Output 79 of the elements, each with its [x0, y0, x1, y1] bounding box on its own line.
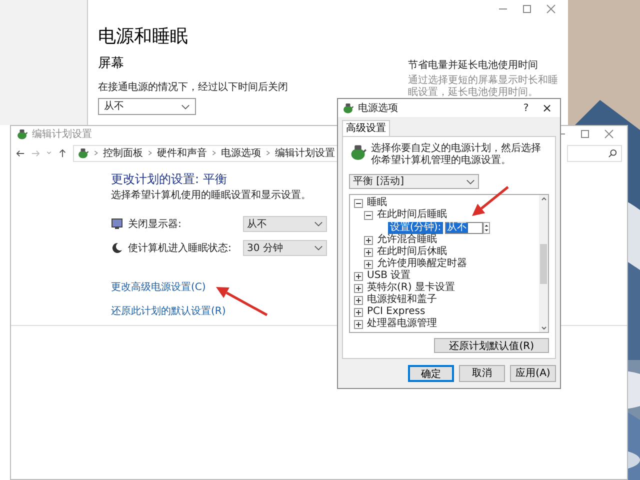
- power-plan-icon: [349, 143, 367, 161]
- setting-dropdown[interactable]: 30 分钟: [243, 240, 327, 256]
- close-icon[interactable]: [604, 129, 614, 139]
- expand-icon[interactable]: [354, 296, 363, 304]
- expand-icon[interactable]: [364, 260, 373, 268]
- breadcrumb-separator-icon: [266, 150, 270, 156]
- screen-timeout-dropdown[interactable]: 从不: [98, 98, 196, 115]
- breadcrumb-item[interactable]: 电源选项: [221, 146, 261, 160]
- tree-item[interactable]: USB 设置: [367, 270, 411, 282]
- power-plan-icon: [342, 102, 354, 114]
- close-button[interactable]: ×: [538, 99, 556, 117]
- maximize-icon[interactable]: [580, 129, 590, 139]
- back-icon[interactable]: [16, 148, 25, 158]
- tree-item[interactable]: 允许使用唤醒定时器: [377, 258, 467, 270]
- expand-icon[interactable]: [354, 320, 363, 328]
- plan-heading: 更改计划的设置: 平衡: [111, 172, 227, 187]
- page-title: 电源和睡眠: [98, 26, 189, 48]
- scrollbar-thumb[interactable]: [540, 244, 547, 284]
- breadcrumb-separator-icon: [148, 150, 152, 156]
- side-description: 通过选择更短的屏幕显示时长和睡眠设置，延长电池使用时间。: [408, 75, 559, 99]
- chevron-down-icon: [466, 178, 475, 184]
- tree-item[interactable]: 英特尔(R) 显卡设置: [367, 282, 455, 294]
- settings-link[interactable]: 还原此计划的默认设置(R): [111, 304, 226, 319]
- expand-icon[interactable]: [354, 308, 363, 316]
- moon-icon: [111, 242, 123, 254]
- expand-icon[interactable]: [354, 284, 363, 292]
- restore-defaults-button[interactable]: 还原计划默认值(R): [434, 338, 549, 353]
- annotation-arrow: [472, 186, 509, 216]
- scrollbar[interactable]: [539, 195, 548, 332]
- collapse-icon[interactable]: [354, 198, 363, 208]
- tree-item[interactable]: 电源按钮和盖子: [367, 294, 437, 306]
- plan-subtitle: 选择希望计算机使用的睡眠设置和显示设置。: [111, 190, 311, 202]
- side-title: 节省电量并延长电池使用时间: [408, 60, 539, 72]
- tree-item[interactable]: 睡眠: [367, 197, 387, 209]
- breadcrumb-item[interactable]: 硬件和声音: [157, 146, 207, 160]
- tree-item[interactable]: PCI Express: [367, 306, 426, 318]
- collapse-icon[interactable]: [364, 210, 373, 220]
- dialog-button[interactable]: 应用(A): [510, 365, 556, 382]
- setting-label: 设置(分钟):: [388, 222, 444, 234]
- setting-dropdown[interactable]: 从不: [243, 216, 327, 232]
- plan-dropdown[interactable]: 平衡 [活动]: [349, 174, 479, 189]
- monitor-icon: [111, 218, 123, 230]
- search-field[interactable]: [567, 144, 622, 162]
- setting-label: 关闭显示器:: [128, 218, 182, 232]
- close-icon[interactable]: [546, 4, 556, 14]
- breadcrumb-item[interactable]: 控制面板: [103, 146, 143, 160]
- window-title: 编辑计划设置: [32, 128, 92, 142]
- dialog-title: 电源选项: [358, 102, 399, 116]
- tree-item[interactable]: 允许混合睡眠: [377, 234, 437, 246]
- tree-item[interactable]: 在此时间后睡眠: [377, 209, 447, 221]
- scroll-down-icon[interactable]: [540, 326, 546, 330]
- maximize-icon[interactable]: [522, 4, 532, 14]
- breadcrumb-item[interactable]: 编辑计划设置: [275, 146, 335, 160]
- chevron-down-icon: [314, 245, 323, 251]
- history-icon[interactable]: [46, 150, 52, 156]
- chevron-down-icon: [181, 104, 190, 110]
- dialog-button[interactable]: 确定: [408, 365, 454, 382]
- help-button[interactable]: ?: [518, 100, 534, 116]
- minutes-field[interactable]: 从不: [445, 222, 484, 234]
- spin-buttons-icon[interactable]: [483, 222, 490, 234]
- settings-link[interactable]: 更改高级电源设置(C): [111, 280, 206, 295]
- breadcrumb-separator-icon: [94, 150, 98, 156]
- expand-icon[interactable]: [364, 236, 373, 244]
- field-label: 在接通电源的情况下，经过以下时间后关闭: [98, 82, 289, 94]
- control-panel-icon: [77, 147, 89, 159]
- power-plan-icon: [16, 128, 28, 140]
- search-icon: [608, 148, 617, 158]
- tree-item[interactable]: 处理器电源管理: [367, 318, 437, 330]
- breadcrumb-separator-icon: [212, 150, 216, 156]
- expand-icon[interactable]: [364, 248, 373, 256]
- scroll-up-icon[interactable]: [540, 197, 546, 201]
- expand-icon[interactable]: [354, 272, 363, 280]
- up-icon[interactable]: [58, 148, 67, 158]
- section-title: 屏幕: [98, 56, 125, 72]
- dialog-button[interactable]: 取消: [459, 365, 505, 382]
- chevron-down-icon: [314, 221, 323, 227]
- advanced-settings-tab[interactable]: 高级设置: [342, 120, 390, 136]
- setting-label: 使计算机进入睡眠状态:: [128, 242, 232, 256]
- tree-item[interactable]: 在此时间后休眠: [377, 246, 447, 258]
